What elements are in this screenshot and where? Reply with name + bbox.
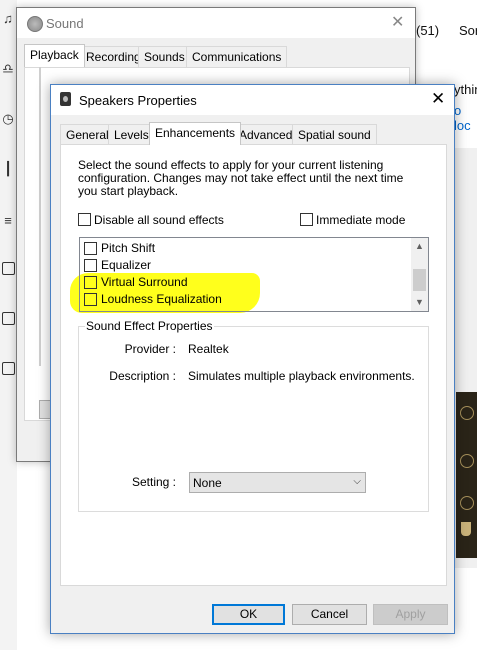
list-item[interactable]: Equalizer [84, 257, 404, 274]
setting-value: None [193, 476, 222, 490]
tab-recording[interactable]: Recording [80, 46, 147, 67]
setting-dropdown[interactable]: None ⌵ [189, 472, 366, 493]
speaker-icon [27, 16, 43, 32]
description-label: Description : [109, 369, 176, 383]
headphones-icon: ♎ [2, 61, 14, 76]
speaker-device-icon [2, 312, 15, 325]
scroll-down-icon[interactable]: ▼ [411, 294, 428, 311]
provider-label: Provider : [124, 342, 176, 356]
list-item[interactable]: Loudness Equalization [84, 291, 404, 308]
clock-icon: ◷ [2, 111, 14, 126]
tab-spatial-sound[interactable]: Spatial sound [292, 124, 377, 145]
close-icon[interactable]: ✕ [391, 12, 404, 32]
chevron-down-icon: ⌵ [353, 476, 361, 487]
effect-label: Loudness Equalization [101, 292, 222, 306]
effect-checkbox-loudness-equalization[interactable] [84, 293, 97, 306]
speaker-device-icon [2, 262, 15, 275]
tab-sounds[interactable]: Sounds [138, 46, 191, 67]
background-label: Sor [459, 23, 477, 38]
provider-value: Realtek [188, 342, 229, 356]
tab-enhancements[interactable]: Enhancements [149, 122, 242, 145]
background-count: (51) [416, 23, 440, 38]
list-item[interactable]: Virtual Surround [84, 274, 404, 291]
effects-list[interactable]: Pitch Shift Equalizer Virtual Surround L… [79, 237, 429, 312]
tab-general[interactable]: General [60, 124, 115, 145]
speakers-properties-dialog: Speakers Properties ✕ General Levels Enh… [50, 84, 455, 634]
background-text-line: ythin [454, 82, 477, 97]
speaker-icon [60, 92, 71, 106]
effects-scrollbar[interactable]: ▲ ▼ [411, 238, 428, 311]
tab-advanced[interactable]: Advanced [233, 124, 299, 145]
tab-levels[interactable]: Levels [108, 124, 155, 145]
effect-label: Virtual Surround [101, 275, 188, 289]
immediate-mode-label: Immediate mode [316, 213, 406, 227]
tab-communications[interactable]: Communications [186, 46, 288, 67]
description-value: Simulates multiple playback environments… [188, 369, 415, 383]
speaker-device-icon [2, 362, 15, 375]
ok-button[interactable]: OK [212, 604, 285, 625]
background-album-art [456, 392, 477, 558]
effect-label: Pitch Shift [101, 241, 156, 255]
effect-label: Equalizer [101, 258, 152, 272]
immediate-mode-checkbox[interactable] [300, 213, 313, 226]
effect-checkbox-pitch-shift[interactable] [84, 242, 97, 255]
scroll-up-icon[interactable]: ▲ [411, 238, 428, 255]
setting-label: Setting : [131, 475, 176, 489]
tab-playback[interactable]: Playback [24, 44, 85, 67]
scroll-thumb[interactable] [413, 269, 426, 291]
effect-checkbox-virtual-surround[interactable] [84, 276, 97, 289]
background-left-strip: ♫ ♎ ◷ ┃ ≡ [0, 0, 17, 650]
list-icon: ≡ [4, 213, 12, 228]
close-icon[interactable]: ✕ [431, 89, 445, 109]
group-title: Sound Effect Properties [85, 319, 214, 333]
device-list-edge [39, 66, 41, 366]
list-item[interactable]: Pitch Shift [84, 240, 404, 257]
effect-checkbox-equalizer[interactable] [84, 259, 97, 272]
cancel-button[interactable]: Cancel [292, 604, 367, 625]
equalizer-icon: ┃ [4, 161, 12, 176]
disable-all-checkbox[interactable] [78, 213, 91, 226]
speakers-dialog-title: Speakers Properties [79, 93, 197, 108]
enhancements-description: Select the sound effects to apply for yo… [78, 158, 404, 198]
music-note-icon: ♫ [3, 11, 13, 26]
disable-all-label: Disable all sound effects [94, 213, 224, 227]
background-link[interactable]: o loc [454, 103, 477, 133]
apply-button[interactable]: Apply [373, 604, 448, 625]
sound-dialog-title: Sound [46, 16, 84, 31]
